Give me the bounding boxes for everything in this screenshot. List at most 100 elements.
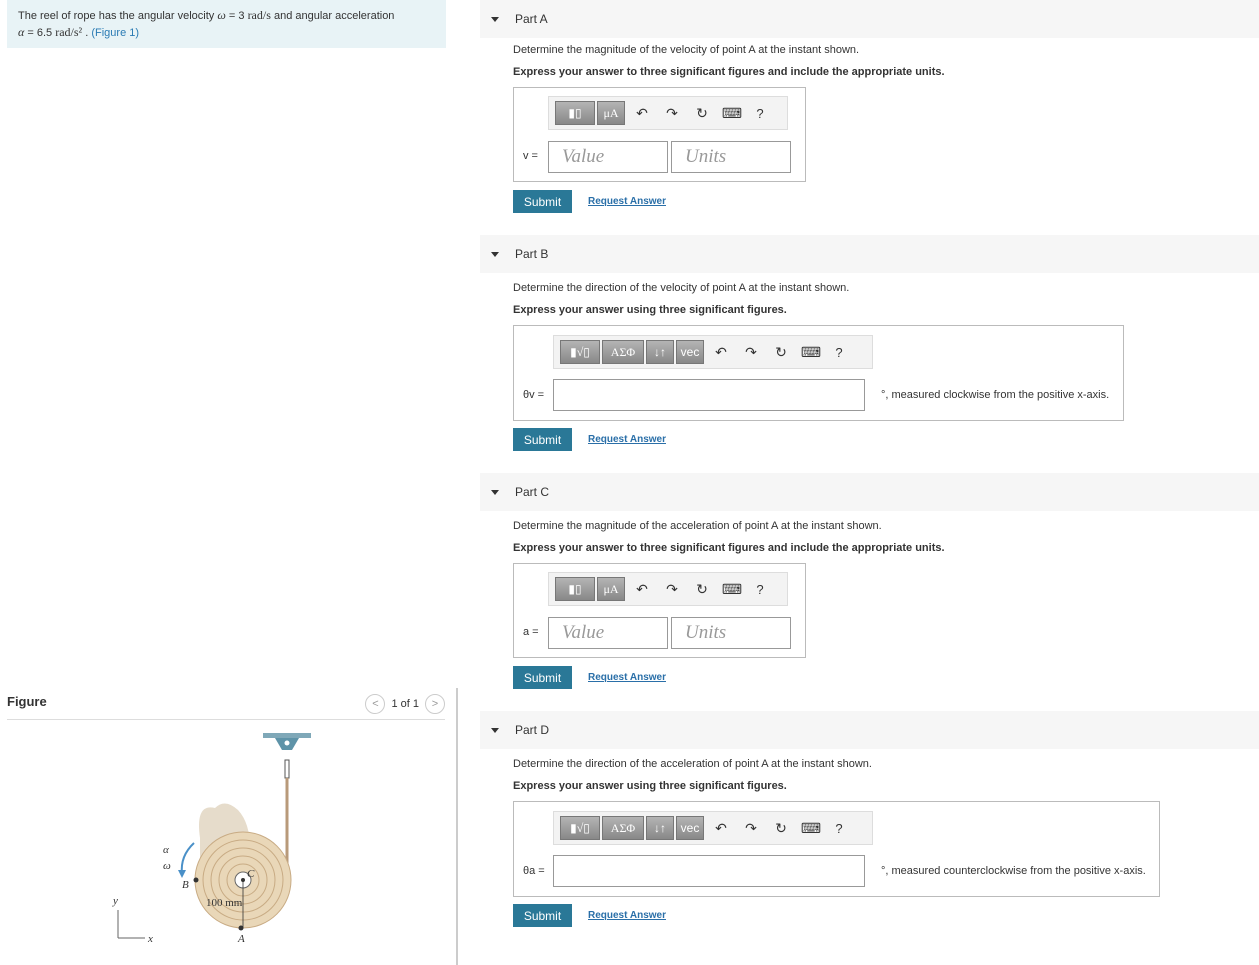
figure-page-count: 1 of 1	[391, 698, 419, 710]
y-axis-label: y	[112, 895, 118, 907]
templates-icon[interactable]: ▮√▯	[560, 816, 600, 840]
keyboard-icon[interactable]: ⌨	[717, 101, 747, 125]
left-panel: The reel of rope has the angular velocit…	[0, 0, 457, 965]
a-label: A	[237, 933, 245, 945]
help-icon[interactable]: ?	[747, 101, 773, 125]
part-b-label: θv =	[523, 389, 545, 401]
next-figure-button[interactable]: >	[425, 694, 445, 714]
help-icon[interactable]: ?	[826, 816, 852, 840]
part-d-submit-button[interactable]: Submit	[513, 904, 572, 927]
part-b-request-answer-link[interactable]: Request Answer	[588, 434, 666, 445]
collapse-caret-icon	[491, 727, 499, 733]
undo-icon[interactable]: ↶	[706, 340, 736, 364]
omega-label: ω	[163, 860, 171, 872]
part-d-request-answer-link[interactable]: Request Answer	[588, 910, 666, 921]
ceiling-plate	[263, 733, 311, 738]
undo-icon[interactable]: ↶	[627, 101, 657, 125]
part-b-title: Part B	[515, 247, 549, 261]
reset-icon[interactable]: ↻	[766, 816, 796, 840]
part-b-toolbar: ▮√▯ ΑΣΦ ↓↑ vec ↶ ↷ ↻ ⌨ ?	[553, 335, 873, 369]
part-c-request-answer-link[interactable]: Request Answer	[588, 672, 666, 683]
part-b-header[interactable]: Part B	[480, 235, 1259, 273]
alpha-symbol: α	[18, 25, 25, 39]
keyboard-icon[interactable]: ⌨	[796, 340, 826, 364]
part-c-submit-button[interactable]: Submit	[513, 666, 572, 689]
problem-statement: The reel of rope has the angular velocit…	[7, 0, 446, 48]
units-button[interactable]: μA	[597, 101, 625, 125]
greek-button[interactable]: ΑΣΦ	[602, 340, 644, 364]
prev-figure-button[interactable]: <	[365, 694, 386, 714]
part-c-units-input[interactable]: Units	[671, 617, 791, 649]
alpha-value: = 6.5	[27, 27, 53, 39]
vec-button[interactable]: vec	[676, 816, 704, 840]
part-c-toolbar: ▮▯ μA ↶ ↷ ↻ ⌨ ?	[548, 572, 788, 606]
omega-value: = 3	[228, 10, 245, 22]
redo-icon[interactable]: ↷	[736, 340, 766, 364]
part-b-question: Determine the direction of the velocity …	[513, 282, 850, 294]
part-a-submit-button[interactable]: Submit	[513, 190, 572, 213]
collapse-caret-icon	[491, 251, 499, 257]
part-a-request-answer-link[interactable]: Request Answer	[588, 196, 666, 207]
parts-panel: Part A Determine the magnitude of the ve…	[480, 0, 1259, 965]
reset-icon[interactable]: ↻	[687, 577, 717, 601]
help-icon[interactable]: ?	[747, 577, 773, 601]
part-d-toolbar: ▮√▯ ΑΣΦ ↓↑ vec ↶ ↷ ↻ ⌨ ?	[553, 811, 873, 845]
part-b-instruction: Express your answer using three signific…	[513, 304, 787, 316]
part-a-instruction: Express your answer to three significant…	[513, 66, 945, 78]
templates-icon[interactable]: ▮√▯	[560, 340, 600, 364]
part-b-answer-input[interactable]	[553, 379, 865, 411]
arrows-button[interactable]: ↓↑	[646, 816, 674, 840]
part-c-header[interactable]: Part C	[480, 473, 1259, 511]
problem-dot: .	[85, 27, 89, 39]
figure-header: Figure < 1 of 1 >	[7, 690, 445, 720]
point-b-marker	[193, 877, 199, 883]
alpha-unit: rad/s²	[55, 25, 83, 39]
part-c-label: a =	[523, 626, 539, 638]
figure-pager: < 1 of 1 >	[365, 694, 445, 714]
figure-link[interactable]: (Figure 1)	[91, 27, 139, 39]
templates-icon[interactable]: ▮▯	[555, 101, 595, 125]
part-c-value-input[interactable]: Value	[548, 617, 668, 649]
part-c-instruction: Express your answer to three significant…	[513, 542, 945, 554]
arrows-button[interactable]: ↓↑	[646, 340, 674, 364]
part-d-title: Part D	[515, 723, 550, 737]
part-a-question: Determine the magnitude of the velocity …	[513, 44, 860, 56]
undo-icon[interactable]: ↶	[627, 577, 657, 601]
alpha-label: α	[163, 844, 169, 856]
keyboard-icon[interactable]: ⌨	[796, 816, 826, 840]
part-b-submit-button[interactable]: Submit	[513, 428, 572, 451]
templates-icon[interactable]: ▮▯	[555, 577, 595, 601]
part-a-value-input[interactable]: Value	[548, 141, 668, 173]
keyboard-icon[interactable]: ⌨	[717, 577, 747, 601]
part-c-title: Part C	[515, 485, 550, 499]
redo-icon[interactable]: ↷	[736, 816, 766, 840]
reset-icon[interactable]: ↻	[687, 101, 717, 125]
part-d-answer-input[interactable]	[553, 855, 865, 887]
dimension-label: 100 mm	[206, 897, 243, 909]
figure-title: Figure	[7, 694, 47, 709]
part-a-toolbar: ▮▯ μA ↶ ↷ ↻ ⌨ ?	[548, 96, 788, 130]
collapse-caret-icon	[491, 489, 499, 495]
problem-text-before: The reel of rope has the angular velocit…	[18, 10, 215, 22]
problem-text-mid: and angular acceleration	[273, 10, 395, 22]
part-a-header[interactable]: Part A	[480, 0, 1259, 38]
part-d-header[interactable]: Part D	[480, 711, 1259, 749]
reset-icon[interactable]: ↻	[766, 340, 796, 364]
undo-icon[interactable]: ↶	[706, 816, 736, 840]
omega-unit: rad/s	[247, 8, 271, 22]
help-icon[interactable]: ?	[826, 340, 852, 364]
greek-button[interactable]: ΑΣΦ	[602, 816, 644, 840]
part-b-answer-box: ▮√▯ ΑΣΦ ↓↑ vec ↶ ↷ ↻ ⌨ ? θv = °, measure…	[513, 325, 1124, 421]
part-a-units-input[interactable]: Units	[671, 141, 791, 173]
part-c-question: Determine the magnitude of the accelerat…	[513, 520, 882, 532]
part-d-answer-box: ▮√▯ ΑΣΦ ↓↑ vec ↶ ↷ ↻ ⌨ ? θa = °, measure…	[513, 801, 1160, 897]
vec-button[interactable]: vec	[676, 340, 704, 364]
redo-icon[interactable]: ↷	[657, 101, 687, 125]
angular-arrowhead	[178, 870, 186, 878]
redo-icon[interactable]: ↷	[657, 577, 687, 601]
part-d-suffix: °, measured counterclockwise from the po…	[881, 865, 1146, 877]
part-a-label: v =	[523, 150, 538, 162]
support-pin	[284, 740, 290, 746]
units-button[interactable]: μA	[597, 577, 625, 601]
omega-symbol: ω	[217, 8, 226, 22]
